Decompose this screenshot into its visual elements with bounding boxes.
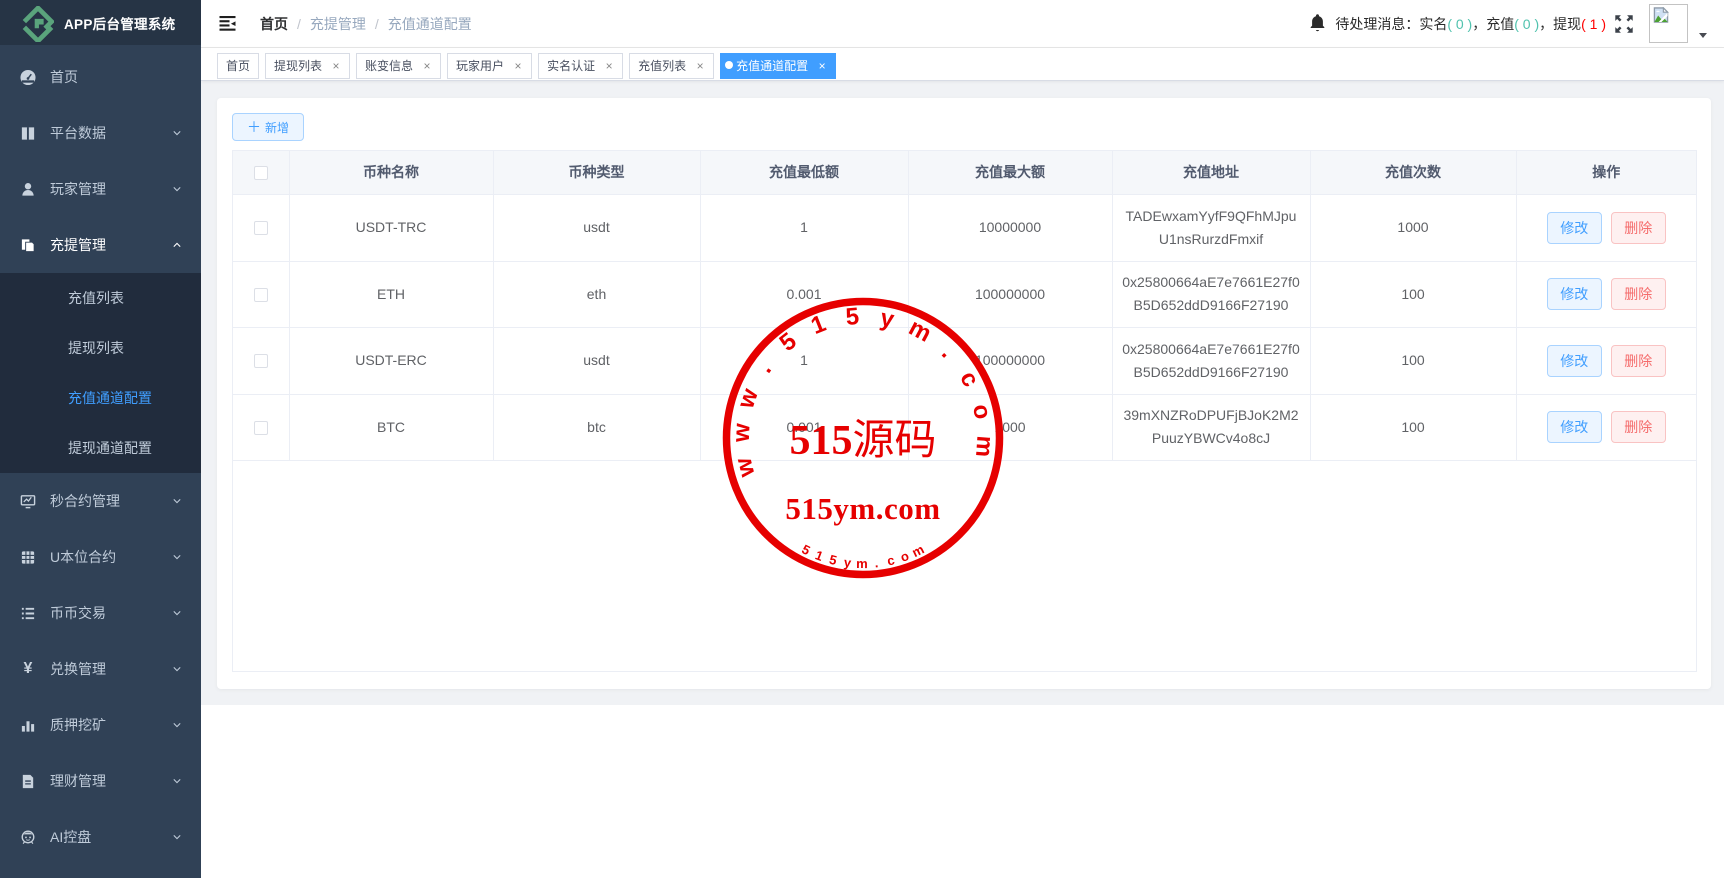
svg-text:1: 1 bbox=[807, 310, 829, 340]
svg-text:w: w bbox=[730, 455, 761, 481]
svg-text:m: m bbox=[856, 556, 868, 571]
svg-text:515ym.com: 515ym.com bbox=[785, 491, 940, 526]
svg-text:o: o bbox=[898, 548, 911, 565]
svg-text:y: y bbox=[878, 304, 897, 333]
svg-text:.: . bbox=[751, 357, 777, 378]
svg-text:1: 1 bbox=[813, 547, 825, 564]
svg-text:.: . bbox=[936, 339, 960, 363]
svg-text:c: c bbox=[954, 367, 984, 392]
svg-text:5: 5 bbox=[845, 303, 861, 331]
svg-text:w: w bbox=[728, 422, 756, 443]
svg-text:515源码: 515源码 bbox=[789, 418, 936, 464]
svg-text:.: . bbox=[874, 555, 879, 570]
svg-text:5: 5 bbox=[828, 552, 839, 568]
svg-text:5: 5 bbox=[775, 328, 802, 358]
svg-text:5: 5 bbox=[799, 541, 812, 558]
svg-text:o: o bbox=[967, 402, 997, 422]
svg-text:m: m bbox=[970, 435, 998, 458]
svg-text:c: c bbox=[886, 552, 896, 568]
svg-text:w: w bbox=[732, 385, 764, 413]
svg-text:y: y bbox=[843, 555, 853, 571]
